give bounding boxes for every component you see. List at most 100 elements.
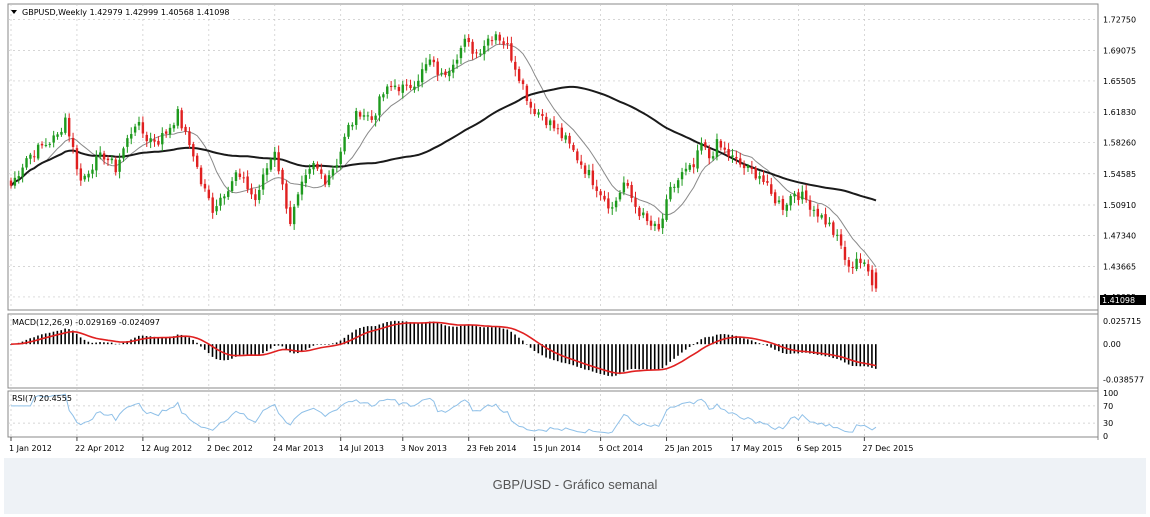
macd-bar [304, 344, 307, 350]
candle [176, 106, 179, 129]
macd-bar [684, 344, 687, 350]
chart-canvas: 1.72750 1.69075 1.65505 1.61830 1.58260 1.545… [7, 3, 1146, 453]
candle-body [719, 140, 723, 148]
time-tick-label: 14 Jul 2013 [339, 444, 384, 453]
candle-body [514, 61, 517, 70]
candle-body [735, 156, 738, 159]
candle-body [750, 167, 754, 170]
candle-body [133, 126, 137, 133]
price-panel [7, 3, 1099, 311]
macd-bar [847, 344, 850, 365]
candle-body [358, 112, 362, 117]
candle-body [781, 198, 785, 210]
macd-bar [475, 326, 478, 345]
candle-body [273, 151, 276, 161]
candle-body [851, 267, 854, 269]
candle-body [432, 59, 436, 63]
candle-body [804, 190, 808, 200]
macd-bar [459, 325, 462, 345]
candle-body [106, 158, 110, 161]
macd-bar [335, 342, 338, 345]
candle-body [137, 121, 141, 126]
macd-tick-label: 0.00 [1103, 340, 1121, 349]
macd-bar [258, 344, 260, 355]
macd-bar [653, 344, 656, 370]
macd-bar [75, 333, 78, 345]
candle-body [541, 113, 544, 117]
macd-bar [564, 344, 567, 364]
macd-bar [673, 344, 675, 359]
candle-body [405, 84, 408, 86]
macd-tick-label: -0.038577 [1103, 375, 1144, 384]
candle-body [451, 64, 455, 73]
rsi-header: RSI(7) 20.4555 [12, 394, 72, 403]
macd-bar [781, 344, 784, 354]
macd-bar [72, 330, 74, 345]
macd-bar [692, 344, 695, 346]
candle-body [603, 195, 606, 200]
candle-body [99, 152, 102, 157]
candle-body [684, 168, 688, 172]
candle-body [110, 158, 114, 161]
candle-body [444, 71, 447, 76]
candle-body [234, 172, 238, 181]
candle-body [378, 96, 381, 116]
candle-body [168, 127, 172, 135]
price-tick-label: 1.47340 [1103, 231, 1136, 240]
candle-body [308, 168, 311, 174]
candle-body [618, 192, 622, 200]
candle-body [261, 174, 265, 190]
macd-bar [626, 344, 629, 370]
candle-body [316, 163, 319, 169]
macd-bar [83, 339, 86, 345]
macd-bar [118, 343, 121, 345]
candle-body [389, 85, 393, 88]
candle-body [60, 131, 63, 135]
candle-body [773, 192, 777, 204]
candle-body [21, 167, 24, 177]
candle-body [665, 199, 668, 220]
macd-bar [452, 326, 454, 345]
candle-body [797, 192, 800, 201]
macd-bar [537, 344, 540, 354]
candle-body [467, 37, 470, 43]
candle-body [207, 189, 211, 199]
macd-bar [207, 344, 210, 354]
candle-body [645, 213, 649, 222]
macd-bar [746, 339, 749, 345]
candle-body [269, 159, 273, 170]
candle-body [626, 183, 629, 186]
candle-body [292, 206, 296, 225]
macd-bar [324, 344, 326, 345]
macd-bar [231, 344, 233, 359]
candle-body [591, 170, 595, 186]
candle-body [149, 138, 152, 143]
candle-body [258, 189, 261, 200]
macd-bar [269, 344, 272, 349]
candle-body [95, 155, 98, 171]
macd-bar [642, 344, 644, 370]
candle-body [711, 156, 715, 159]
candle-body [762, 175, 765, 182]
candle-body [808, 200, 812, 210]
candle-body [494, 34, 498, 41]
candle-body [630, 185, 633, 198]
macd-bar [79, 337, 82, 345]
macd-bar [374, 326, 377, 345]
candle-body [250, 188, 253, 195]
macd-bar [498, 327, 501, 345]
candle-body [568, 135, 571, 144]
macd-bar [413, 322, 416, 345]
candle-body [548, 120, 552, 126]
macd-bar [405, 321, 408, 345]
macd-bar [200, 344, 202, 347]
candle-body [731, 155, 734, 157]
candle-body [622, 182, 626, 193]
candle-body [67, 117, 71, 137]
macd-bar [638, 344, 640, 370]
candle-body [638, 207, 641, 217]
candle-body [323, 175, 327, 185]
macd-bar [479, 327, 481, 345]
candle-body [486, 38, 490, 46]
candle-body [463, 38, 467, 47]
